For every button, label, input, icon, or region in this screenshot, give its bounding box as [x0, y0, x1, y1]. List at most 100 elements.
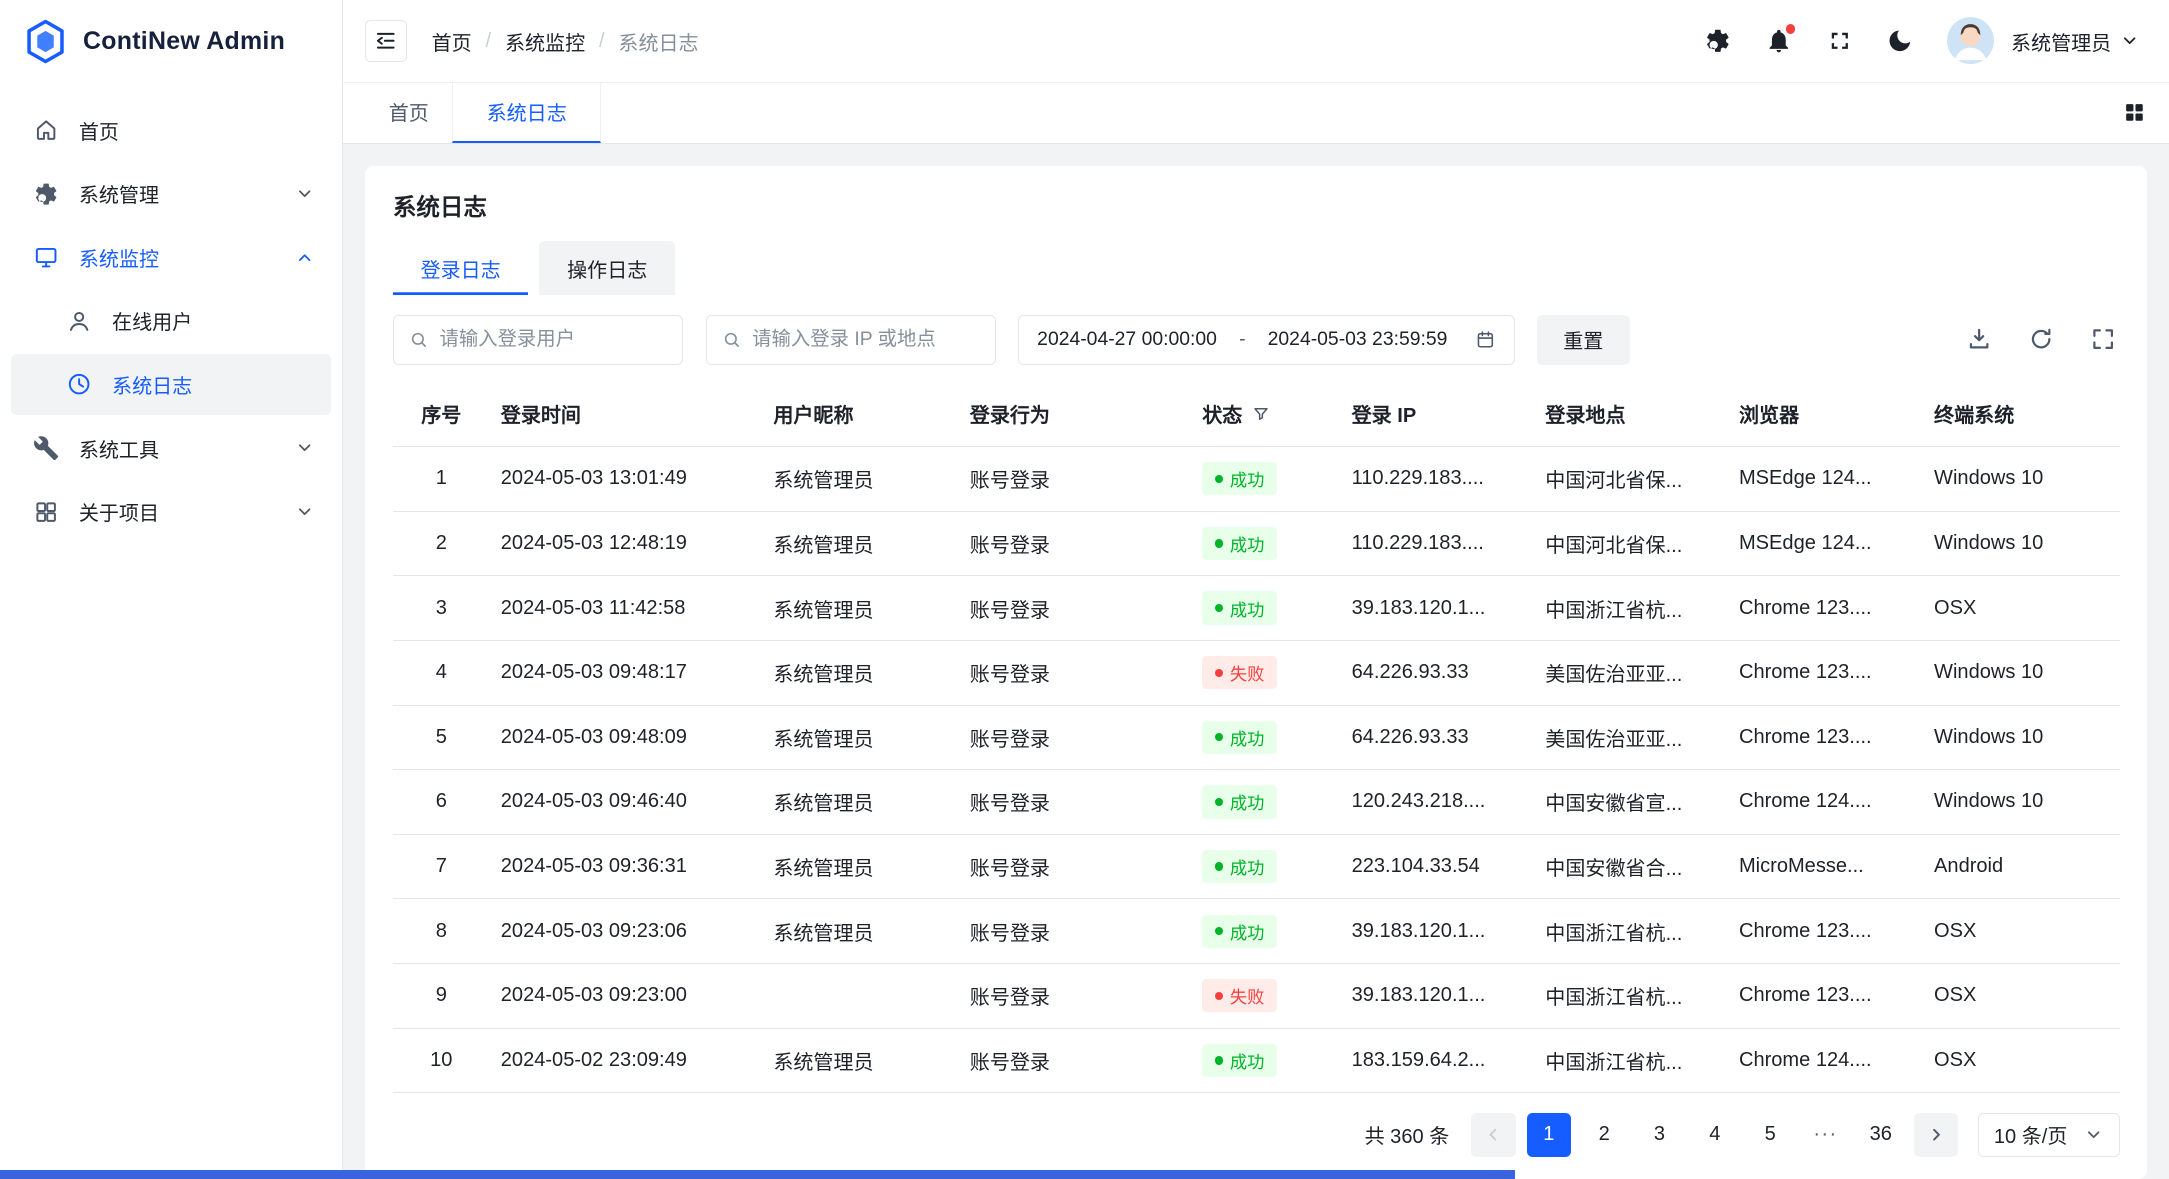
next-page-button[interactable] [1914, 1113, 1958, 1157]
cell-index: 5 [393, 705, 490, 770]
cell-login-time: 2024-05-03 09:23:00 [490, 963, 763, 1028]
sidebar-item-label: 系统管理 [79, 179, 295, 208]
cell-browser: Chrome 123.... [1728, 899, 1923, 964]
status-label: 成功 [1230, 1048, 1265, 1073]
main-area: 首页 / 系统监控 / 系统日志 [343, 0, 2169, 1179]
prev-page-button[interactable] [1471, 1113, 1515, 1157]
table-actions [1966, 326, 2120, 352]
fullscreen-icon [1826, 27, 1854, 55]
status-badge: 成功 [1202, 462, 1277, 495]
grid-icon [2122, 100, 2147, 125]
cell-login-time: 2024-05-03 09:48:09 [490, 705, 763, 770]
settings-button[interactable] [1704, 27, 1732, 55]
page-size-select[interactable]: 10 条/页 [1978, 1113, 2120, 1157]
tab-login-log[interactable]: 登录日志 [393, 241, 529, 295]
page-button-2[interactable]: 2 [1582, 1113, 1626, 1157]
download-button[interactable] [1966, 326, 1992, 352]
sidebar-item-label: 系统工具 [79, 434, 295, 463]
cell-nickname: 系统管理员 [762, 1028, 958, 1093]
sidebar-item-online-users[interactable]: 在线用户 [11, 290, 331, 351]
chevron-left-icon [1484, 1125, 1503, 1144]
column-header-location: 登录地点 [1534, 381, 1728, 446]
total-count: 共 360 条 [1365, 1120, 1450, 1149]
search-icon [722, 330, 741, 349]
column-header-nickname: 用户昵称 [762, 381, 958, 446]
breadcrumb-item-system-log: 系统日志 [618, 27, 698, 56]
tab-system-log[interactable]: 系统日志 [452, 83, 601, 143]
status-label: 成功 [1230, 531, 1265, 556]
fullscreen-button[interactable] [1826, 27, 1854, 55]
cell-nickname: 系统管理员 [762, 899, 958, 964]
chevron-right-icon [1926, 1125, 1945, 1144]
table-row: 8 2024-05-03 09:23:06 系统管理员 账号登录 成功 39.1… [393, 899, 2120, 964]
page-button-36[interactable]: 36 [1859, 1113, 1903, 1157]
login-ip-search-input[interactable] [706, 315, 997, 365]
user-menu[interactable]: 系统管理员 [2011, 27, 2139, 56]
page-ellipsis-button[interactable]: ··· [1803, 1113, 1847, 1157]
notifications-button[interactable] [1765, 27, 1793, 55]
header: 首页 / 系统监控 / 系统日志 [343, 0, 2169, 83]
page-button-1[interactable]: 1 [1527, 1113, 1571, 1157]
refresh-button[interactable] [2028, 326, 2054, 352]
cell-nickname: 系统管理员 [762, 705, 958, 770]
cell-ip: 39.183.120.1... [1341, 576, 1535, 641]
status-dot-icon [1215, 669, 1223, 677]
login-user-search-input[interactable] [393, 315, 684, 365]
reset-button[interactable]: 重置 [1537, 315, 1630, 365]
sidebar-item-system-log[interactable]: 系统日志 [11, 354, 331, 415]
status-filter-icon[interactable] [1252, 405, 1270, 423]
page-button-5[interactable]: 5 [1748, 1113, 1792, 1157]
chevron-down-icon [295, 438, 314, 457]
table-row: 6 2024-05-03 09:46:40 系统管理员 账号登录 成功 120.… [393, 770, 2120, 835]
cell-login-time: 2024-05-03 09:48:17 [490, 640, 763, 705]
sidebar-item-about-project[interactable]: 关于项目 [11, 481, 331, 542]
user-name: 系统管理员 [2011, 27, 2111, 56]
sidebar-item-system-management[interactable]: 系统管理 [11, 163, 331, 224]
table-row: 2 2024-05-03 12:48:19 系统管理员 账号登录 成功 110.… [393, 511, 2120, 576]
login-ip-input[interactable] [752, 328, 980, 351]
content: 系统日志 登录日志 操作日志 2024-04-27 00:00: [343, 144, 2169, 1179]
sidebar-item-system-monitor[interactable]: 系统监控 [11, 227, 331, 288]
cell-nickname: 系统管理员 [762, 770, 958, 835]
table-row: 10 2024-05-02 23:09:49 系统管理员 账号登录 成功 183… [393, 1028, 2120, 1093]
cell-index: 9 [393, 963, 490, 1028]
cell-behavior: 账号登录 [959, 705, 1191, 770]
theme-toggle-button[interactable] [1886, 27, 1914, 55]
sidebar-collapse-button[interactable] [365, 20, 407, 62]
page-button-3[interactable]: 3 [1637, 1113, 1681, 1157]
cell-os: Windows 10 [1923, 511, 2120, 576]
cell-ip: 223.104.33.54 [1341, 834, 1535, 899]
cell-nickname: 系统管理员 [762, 640, 958, 705]
cell-browser: Chrome 123.... [1728, 705, 1923, 770]
table-row: 1 2024-05-03 13:01:49 系统管理员 账号登录 成功 110.… [393, 447, 2120, 512]
avatar[interactable] [1947, 17, 1994, 64]
cell-behavior: 账号登录 [959, 899, 1191, 964]
log-table-body: 1 2024-05-03 13:01:49 系统管理员 账号登录 成功 110.… [393, 447, 2120, 1093]
log-tabs: 登录日志 操作日志 [393, 241, 2120, 295]
cell-status: 成功 [1191, 447, 1340, 512]
sidebar-item-system-tools[interactable]: 系统工具 [11, 418, 331, 479]
logo[interactable]: ContiNew Admin [0, 0, 342, 83]
moon-icon [1886, 27, 1914, 55]
status-dot-icon [1215, 475, 1223, 483]
notification-dot [1786, 24, 1796, 34]
tab-actions-button[interactable] [2122, 100, 2147, 125]
cell-nickname [762, 963, 958, 1028]
login-user-input[interactable] [440, 328, 668, 351]
tab-home[interactable]: 首页 [365, 83, 452, 143]
cell-index: 6 [393, 770, 490, 835]
tab-operation-log[interactable]: 操作日志 [539, 241, 675, 295]
cell-index: 7 [393, 834, 490, 899]
cell-os: OSX [1923, 899, 2120, 964]
breadcrumb-item-system-monitor[interactable]: 系统监控 [505, 27, 585, 56]
table-fullscreen-button[interactable] [2090, 326, 2116, 352]
cell-nickname: 系统管理员 [762, 834, 958, 899]
table-row: 4 2024-05-03 09:48:17 系统管理员 账号登录 失败 64.2… [393, 640, 2120, 705]
date-range-picker[interactable]: 2024-04-27 00:00:00 - 2024-05-03 23:59:5… [1018, 315, 1515, 365]
taskbar-strip [0, 1170, 1515, 1178]
sidebar-item-home[interactable]: 首页 [11, 100, 331, 161]
page-button-4[interactable]: 4 [1693, 1113, 1737, 1157]
status-label: 成功 [1230, 854, 1265, 879]
cell-status: 成功 [1191, 770, 1340, 835]
breadcrumb-item-home[interactable]: 首页 [432, 27, 472, 56]
